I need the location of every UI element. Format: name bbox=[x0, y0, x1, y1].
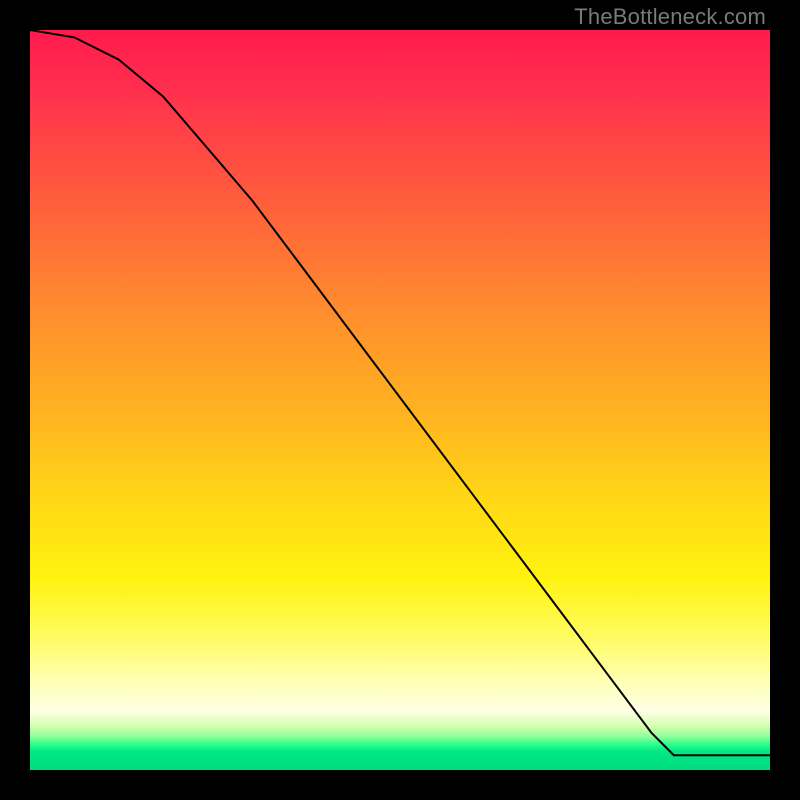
chart-svg bbox=[30, 30, 770, 770]
data-markers bbox=[532, 575, 762, 756]
watermark-text: TheBottleneck.com bbox=[574, 4, 766, 30]
chart-frame: TheBottleneck.com bbox=[0, 0, 800, 800]
chart-plot-area bbox=[30, 30, 770, 770]
main-curve bbox=[30, 30, 770, 755]
